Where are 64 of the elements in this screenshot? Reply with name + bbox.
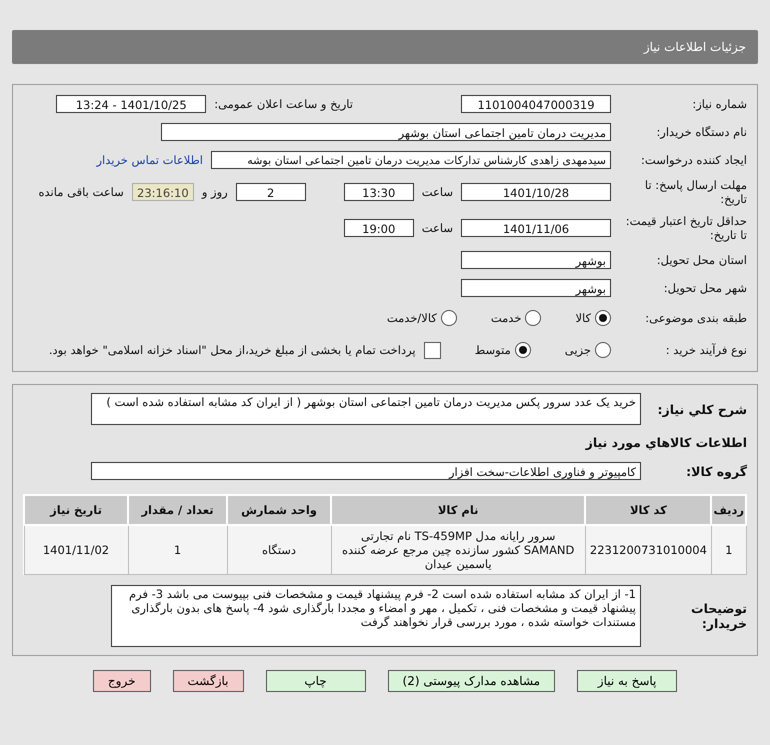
buyer-notes-field: 1- از ایران کد مشابه استفاده شده است 2- فرم پیشنهاد قیمت و مشخصات فنی بپیوست می باشد 3- فرم پیشنهاد قیمت و مشخصات فنی ، تکمیل ، مهر و امضاء و مجددا بارگذاری شود 4- پاسخ های بدون بارگذاری مستندات خواسته شده ، مورد بررسی قرار نخواهند گرفت	[111, 585, 641, 647]
city-field: بوشهر	[461, 279, 611, 297]
field-label: نوع فرآیند خرید :	[664, 343, 747, 357]
action-button[interactable]: پاسخ به نیاز	[577, 670, 678, 692]
deadline-time-field: 13:30	[344, 183, 414, 201]
validity-time-field: 19:00	[344, 219, 414, 237]
field-label: حداقل تاریخ اعتبار قیمت: تا تاریخ:	[624, 214, 747, 242]
column-header: ردیف	[711, 495, 746, 525]
column-header: نام کالا	[331, 495, 586, 525]
checkbox[interactable]	[424, 342, 441, 358]
checkbox-label: پرداخت تمام یا بخشی از مبلغ خرید،از محل "اسناد خزانه اسلامی" خواهد بود.	[48, 343, 416, 357]
field-label: ساعت	[422, 185, 453, 199]
buyer-contact-link[interactable]: اطلاعات تماس خریدار	[96, 153, 203, 167]
radio-button[interactable]	[440, 310, 457, 326]
radio-button[interactable]	[595, 342, 611, 358]
field-label: گروه کالا:	[685, 464, 747, 478]
table-cell: 1	[711, 525, 746, 574]
field-label: ساعت	[422, 221, 453, 235]
field-label: مهلت ارسال پاسخ: تا تاریخ:	[644, 178, 747, 206]
radio-button[interactable]	[595, 310, 611, 326]
field-label: توضیحات خریدار:	[690, 601, 747, 631]
column-header: تاریخ نیاز	[24, 495, 128, 525]
remaining-time-field: 23:16:10	[132, 183, 194, 201]
radio-label: متوسط	[474, 343, 511, 357]
table-cell: 1401/11/02	[24, 525, 128, 574]
radio-button[interactable]	[525, 310, 542, 326]
field-label: روز و	[202, 185, 228, 199]
requester-field: سیدمهدی زاهدی کارشناس تدارکات مدیریت درمان تامین اجتماعی استان بوشه	[211, 151, 611, 169]
announce-date-field: 1401/10/25 - 13:24	[56, 95, 206, 113]
days-field: 2	[236, 183, 306, 201]
field-label: استان محل تحویل:	[656, 253, 747, 267]
table-cell: 1	[128, 525, 227, 574]
radio-label: خدمت	[490, 311, 522, 325]
field-label: ایجاد کننده درخواست:	[640, 153, 747, 167]
field-label: ساعت باقی مانده	[38, 185, 124, 199]
column-header: کد کالا	[585, 495, 712, 525]
column-header: تعداد / مقدار	[128, 495, 227, 525]
field-label: طبقه بندی موضوعی:	[644, 311, 747, 325]
column-header: واحد شمارش	[227, 495, 331, 525]
deadline-date-field: 1401/10/28	[461, 183, 611, 201]
action-button[interactable]: چاپ	[266, 670, 366, 692]
radio-button[interactable]	[514, 342, 531, 358]
section-title: اطلاعات کالاهاي مورد نياز	[584, 434, 747, 452]
summary-field: خرید یک عدد سرور پکس مدیریت درمان تامین اجتماعی استان بوشهر ( از ایران کد مشابه استفاده شده است )	[91, 393, 641, 425]
field-label: شرح کلي نياز:	[656, 402, 747, 416]
field-label: شماره نیاز:	[691, 97, 747, 111]
radio-label: کالا	[575, 311, 591, 325]
table-cell: سرور رایانه مدل TS-459MP نام تجارتی SAMAND کشور سازنده چین مرجع عرضه کننده یاسمین عیدان	[331, 525, 586, 574]
validity-date-field: 1401/11/06	[461, 219, 611, 237]
field-label: تاریخ و ساعت اعلان عمومی:	[214, 97, 353, 111]
need-number-field: 1101004047000319	[461, 95, 611, 113]
action-button[interactable]: مشاهده مدارک پیوستی (2)	[388, 670, 556, 692]
table-cell: 2231200731010004	[585, 525, 712, 574]
radio-label: کالا/خدمت	[386, 311, 437, 325]
radio-label: جزیی	[564, 343, 591, 357]
page-title: جزئیات اطلاعات نیاز	[12, 30, 758, 64]
action-button[interactable]: خروج	[92, 670, 150, 692]
table-cell: دستگاه	[227, 525, 331, 574]
field-label: شهر محل تحویل:	[662, 281, 747, 295]
goods-group-field: کامپیوتر و فناوری اطلاعات-سخت افزار	[91, 462, 641, 480]
field-label: نام دستگاه خریدار:	[655, 125, 747, 139]
action-button[interactable]: بازگشت	[172, 670, 244, 692]
buyer-org-field: مدیریت درمان تامین اجتماعی استان بوشهر	[161, 123, 611, 141]
province-field: بوشهر	[461, 251, 611, 269]
